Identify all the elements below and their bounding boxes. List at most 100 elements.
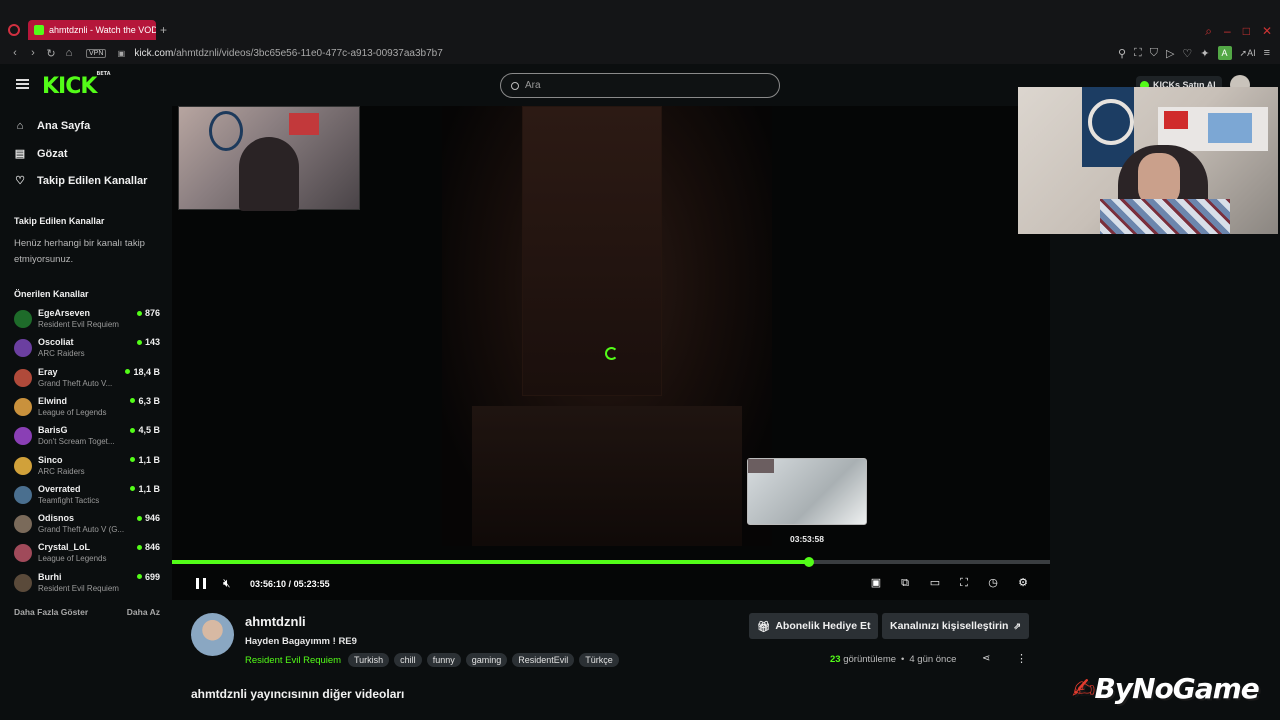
recommended-channel[interactable]: Burhi Resident Evil Requiem 699 bbox=[14, 571, 164, 597]
recommended-channel[interactable]: Elwind League of Legends 6,3 B bbox=[14, 395, 164, 421]
viewer-count: 18,4 B bbox=[125, 367, 160, 377]
channel-game: Don't Scream Toget... bbox=[38, 437, 115, 447]
playback-speed-icon[interactable]: ◷ bbox=[986, 576, 1000, 590]
pin-icon[interactable]: ⚲ bbox=[1118, 47, 1126, 60]
share-icon[interactable]: ⋖ bbox=[982, 653, 990, 664]
search-input[interactable]: Ara bbox=[500, 73, 780, 98]
clip-icon[interactable]: ⧉ bbox=[898, 576, 912, 590]
live-dot-icon bbox=[136, 515, 142, 521]
video-tag[interactable]: chill bbox=[394, 653, 422, 667]
followed-channels-title: Takip Edilen Kanallar bbox=[14, 216, 105, 226]
show-less-link[interactable]: Daha Az bbox=[127, 607, 160, 617]
viewer-count-value: 946 bbox=[144, 513, 160, 524]
nav-following[interactable]: ♡ Takip Edilen Kanallar bbox=[14, 174, 147, 188]
home-browser-icon[interactable]: ⌂ bbox=[60, 47, 78, 59]
recommended-channel[interactable]: Oscoliat ARC Raiders 143 bbox=[14, 336, 164, 362]
recommended-channel[interactable]: BarisG Don't Scream Toget... 4,5 B bbox=[14, 424, 164, 450]
menu-icon[interactable]: ≡ bbox=[1264, 47, 1270, 59]
close-window-icon[interactable]: ✕ bbox=[1262, 24, 1272, 39]
heart-icon: ♡ bbox=[15, 175, 25, 187]
recommended-channel[interactable]: EgeArseven Resident Evil Requiem 876 bbox=[14, 307, 164, 333]
fullscreen-icon[interactable]: ⛶ bbox=[957, 576, 971, 590]
live-dot-icon bbox=[136, 310, 142, 316]
screenshot-icon[interactable]: ⛶ bbox=[1134, 47, 1142, 60]
recommended-channel[interactable]: Eray Grand Theft Auto V... 18,4 B bbox=[14, 366, 164, 392]
channel-game: Resident Evil Requiem bbox=[38, 320, 119, 329]
time-separator: / bbox=[288, 579, 292, 589]
ai-button[interactable]: ➚AI bbox=[1240, 48, 1256, 59]
channel-avatar[interactable] bbox=[191, 613, 234, 656]
video-player[interactable]: 03:53:58 🔇︎ 03:56:10 / 05:23:55 ▣ ⧉ ▭ ⛶ … bbox=[172, 106, 1050, 600]
lock-icon: ▣ bbox=[117, 48, 126, 58]
search-tabs-icon[interactable]: ⌕ bbox=[1205, 24, 1212, 39]
video-tag[interactable]: funny bbox=[426, 653, 461, 667]
reload-icon[interactable]: ↻ bbox=[42, 47, 60, 60]
new-tab-button[interactable]: + bbox=[160, 23, 167, 37]
customize-channel-button[interactable]: Kanalınızı kişiselleştirin ⇗ bbox=[882, 613, 1030, 639]
recommended-channel[interactable]: Crystal_LoL League of Legends 846 bbox=[14, 541, 164, 567]
viewer-count: 1,1 B bbox=[130, 484, 160, 494]
muted-volume-icon[interactable]: 🔇︎ bbox=[223, 576, 231, 591]
live-dot-icon bbox=[125, 369, 131, 375]
watermark-text: ByNoGame bbox=[1094, 672, 1259, 705]
shield-icon[interactable]: ⛉ bbox=[1150, 47, 1158, 60]
video-tag[interactable]: Türkçe bbox=[579, 653, 619, 667]
bynogame-watermark: ✍ByNoGame bbox=[1072, 672, 1260, 705]
kick-logo[interactable]: KICKBETA bbox=[42, 71, 111, 99]
url-field[interactable]: kick.com/ahmtdznli/videos/3bc65e56-11e0-… bbox=[134, 48, 442, 59]
miniplayer-icon[interactable]: ▣ bbox=[869, 576, 883, 590]
video-tag[interactable]: ResidentEvil bbox=[512, 653, 575, 667]
hamburger-menu-icon[interactable] bbox=[16, 79, 29, 89]
settings-gear-icon[interactable]: ⚙ bbox=[1016, 576, 1030, 590]
stats-dot: • bbox=[901, 654, 905, 665]
recommended-channel[interactable]: Sinco ARC Raiders 1,1 B bbox=[14, 454, 164, 480]
show-more-link[interactable]: Daha Fazla Göster bbox=[14, 607, 88, 617]
category-link[interactable]: Resident Evil Requiem bbox=[245, 655, 341, 666]
back-icon[interactable]: ‹ bbox=[6, 47, 24, 59]
trabzon-flag bbox=[1082, 87, 1134, 167]
theater-mode-icon[interactable]: ▭ bbox=[928, 576, 942, 590]
other-videos-heading: ahmtdznli yayıncısının diğer videoları bbox=[191, 687, 405, 701]
youtube-plaque bbox=[1164, 111, 1188, 129]
video-tag[interactable]: gaming bbox=[465, 653, 508, 667]
preview-mini-cam bbox=[748, 459, 774, 473]
recommended-channel[interactable]: Overrated Teamfight Tactics 1,1 B bbox=[14, 483, 164, 509]
forward-icon[interactable]: › bbox=[24, 47, 42, 59]
channel-game: Teamfight Tactics bbox=[38, 495, 100, 505]
browser-tab[interactable]: ahmtdznli - Watch the VOD bbox=[28, 20, 156, 40]
heart-icon[interactable]: ♡ bbox=[1182, 47, 1192, 60]
extensions-icon[interactable]: ✦ bbox=[1200, 47, 1209, 60]
gift-sub-button[interactable]: 🎁︎ Abonelik Hediye Et bbox=[749, 613, 879, 639]
home-icon: ⌂ bbox=[16, 120, 24, 132]
maximize-icon[interactable]: □ bbox=[1243, 24, 1250, 39]
vpn-badge[interactable]: VPN bbox=[86, 48, 107, 58]
followed-empty-message: Henüz herhangi bir kanalı takip etmiyors… bbox=[14, 238, 145, 265]
pause-icon[interactable] bbox=[196, 578, 206, 589]
views-label: görüntüleme bbox=[843, 654, 897, 665]
video-frame bbox=[442, 106, 772, 546]
time-display: 03:56:10 / 05:23:55 bbox=[250, 579, 330, 589]
opera-logo-icon[interactable] bbox=[8, 24, 20, 36]
views-count: 23 bbox=[830, 654, 841, 665]
play-icon[interactable]: ▷ bbox=[1166, 47, 1174, 60]
scrub-handle[interactable] bbox=[804, 557, 815, 567]
scrub-preview-thumbnail bbox=[747, 458, 867, 525]
recommended-channel[interactable]: Odisnos Grand Theft Auto V (G... 946 bbox=[14, 512, 164, 538]
nav-browse[interactable]: ▤ Gözat bbox=[14, 147, 68, 161]
channel-game: Grand Theft Auto V (G... bbox=[38, 525, 125, 535]
channel-name: Overrated bbox=[38, 483, 81, 494]
streamer-figure bbox=[239, 137, 299, 211]
channel-name[interactable]: ahmtdznli bbox=[245, 614, 306, 629]
profile-avatar[interactable]: A bbox=[1217, 46, 1232, 60]
minimize-icon[interactable]: – bbox=[1224, 24, 1231, 39]
nav-browse-label: Gözat bbox=[37, 147, 68, 160]
blue-box bbox=[1208, 113, 1252, 143]
nav-home[interactable]: ⌂ Ana Sayfa bbox=[14, 120, 91, 132]
player-controls: 🔇︎ 03:56:10 / 05:23:55 ▣ ⧉ ▭ ⛶ ◷ ⚙ bbox=[172, 570, 1050, 598]
channel-avatar bbox=[14, 368, 32, 387]
more-options-icon[interactable]: ⋮ bbox=[1016, 652, 1027, 665]
browse-icon: ▤ bbox=[14, 148, 26, 160]
progress-bar[interactable] bbox=[172, 557, 1050, 567]
channel-name: Sinco bbox=[38, 454, 63, 465]
video-tag[interactable]: Turkish bbox=[348, 653, 390, 667]
